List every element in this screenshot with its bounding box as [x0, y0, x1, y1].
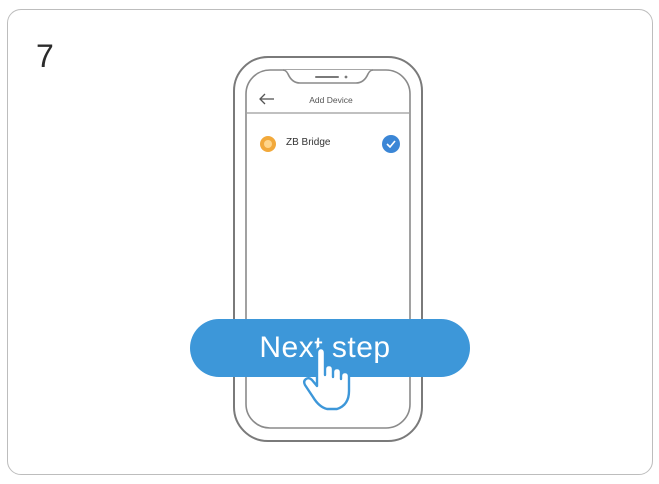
hand-pointer-icon: [303, 346, 351, 411]
device-list-item[interactable]: ZB Bridge: [256, 133, 406, 155]
screen-title: Add Device: [309, 95, 353, 105]
bridge-device-icon: [260, 136, 276, 152]
device-name: ZB Bridge: [286, 137, 331, 148]
checkmark-icon[interactable]: [382, 135, 400, 153]
arrow-left-icon[interactable]: [258, 92, 276, 106]
